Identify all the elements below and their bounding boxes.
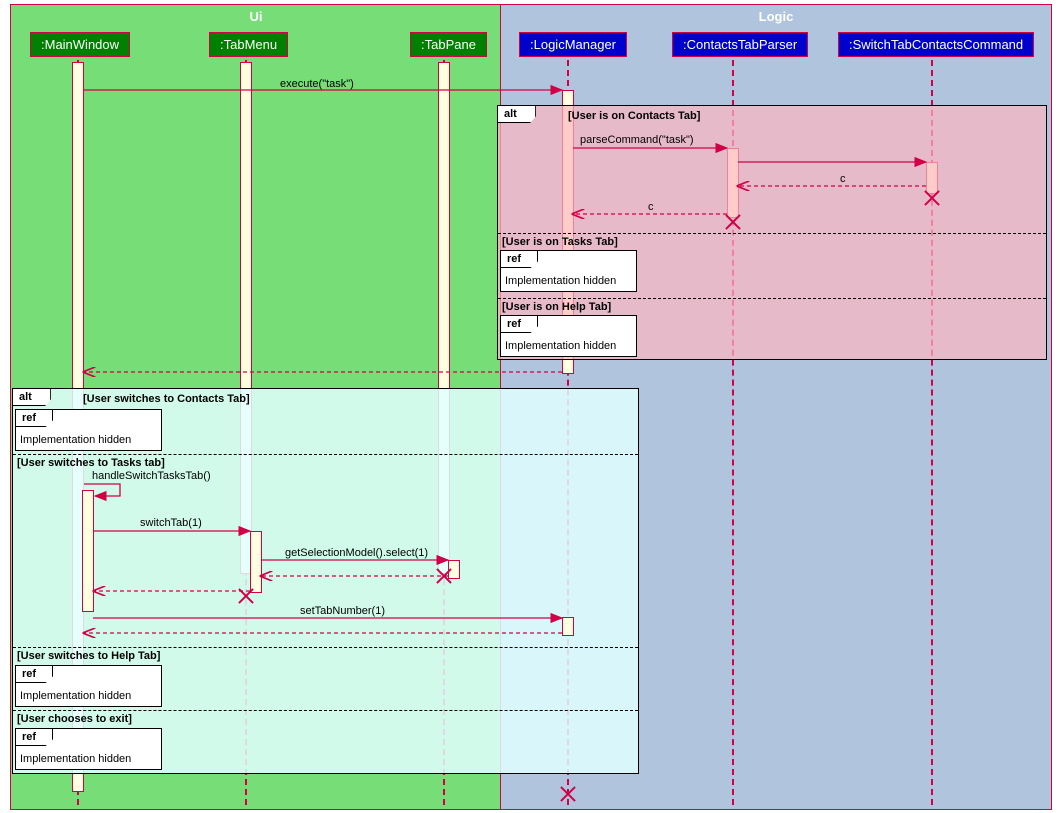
participant-mainwindow: :MainWindow — [30, 32, 130, 57]
guard-tasks-tab: [User is on Tasks Tab] — [502, 236, 618, 248]
participant-switchtabcontactscommand: :SwitchTabContactsCommand — [838, 32, 1034, 57]
msg-c1: c — [840, 173, 846, 185]
fragment-alt-ui: alt [User switches to Contacts Tab] ref … — [12, 388, 639, 774]
fragment-alt-logic-label: alt — [498, 106, 536, 123]
guard-exit: [User chooses to exit] — [17, 713, 132, 725]
ref-exit: ref Implementation hidden — [15, 728, 162, 770]
destroy-tabpane — [436, 568, 452, 584]
msg-getselection: getSelectionModel().select(1) — [285, 547, 428, 559]
participant-logicmanager: :LogicManager — [519, 32, 627, 57]
guard-switch-help: [User switches to Help Tab] — [17, 650, 160, 662]
msg-settabnumber: setTabNumber(1) — [300, 605, 385, 617]
msg-execute: execute("task") — [280, 78, 354, 90]
participant-tabmenu: :TabMenu — [209, 32, 288, 57]
ref-switch-help: ref Implementation hidden — [15, 665, 162, 707]
destroy-logicmanager — [560, 786, 576, 802]
activation-mainwindow-inner — [82, 490, 94, 612]
msg-handleswitch: handleSwitchTasksTab() — [92, 470, 211, 482]
divider-5 — [13, 710, 638, 711]
msg-switchtab: switchTab(1) — [140, 517, 202, 529]
guard-help-tab: [User is on Help Tab] — [502, 301, 611, 313]
ref-text-2: Implementation hidden — [505, 340, 616, 352]
sequence-diagram: Ui Logic :MainWindow :TabMenu :TabPane :… — [0, 0, 1061, 813]
activation-tabmenu-inner — [250, 531, 262, 593]
destroy-contactstabparser — [725, 214, 741, 230]
msg-parsecommand: parseCommand("task") — [580, 134, 694, 146]
ref-text-1: Implementation hidden — [505, 275, 616, 287]
guard-switch-contacts: [User switches to Contacts Tab] — [83, 393, 250, 405]
participant-tabpane: :TabPane — [410, 32, 487, 57]
ref-tab-2: ref — [501, 316, 538, 333]
ref-tasks-tab: ref Implementation hidden — [500, 250, 637, 292]
guard-contacts-tab: [User is on Contacts Tab] — [568, 110, 700, 122]
ref-tab-3: ref — [16, 410, 53, 427]
group-logic-title: Logic — [501, 9, 1051, 24]
ref-text-5: Implementation hidden — [20, 753, 131, 765]
participant-contactstabparser: :ContactsTabParser — [672, 32, 808, 57]
destroy-switchtab — [924, 190, 940, 206]
fragment-alt-ui-label: alt — [13, 389, 51, 406]
ref-switch-contacts: ref Implementation hidden — [15, 409, 162, 451]
divider-4 — [13, 647, 638, 648]
ref-tab-1: ref — [501, 251, 538, 268]
divider-1 — [498, 233, 1046, 234]
ref-tab-4: ref — [16, 666, 53, 683]
destroy-tabmenu — [238, 588, 254, 604]
ref-help-tab: ref Implementation hidden — [500, 315, 637, 357]
ref-text-3: Implementation hidden — [20, 434, 131, 446]
divider-3 — [13, 454, 638, 455]
msg-c2: c — [648, 201, 654, 213]
group-ui-title: Ui — [11, 9, 501, 24]
activation-logicmanager-2 — [562, 617, 574, 636]
ref-text-4: Implementation hidden — [20, 690, 131, 702]
ref-tab-5: ref — [16, 729, 53, 746]
divider-2 — [498, 298, 1046, 299]
guard-switch-tasks: [User switches to Tasks tab] — [17, 457, 165, 469]
